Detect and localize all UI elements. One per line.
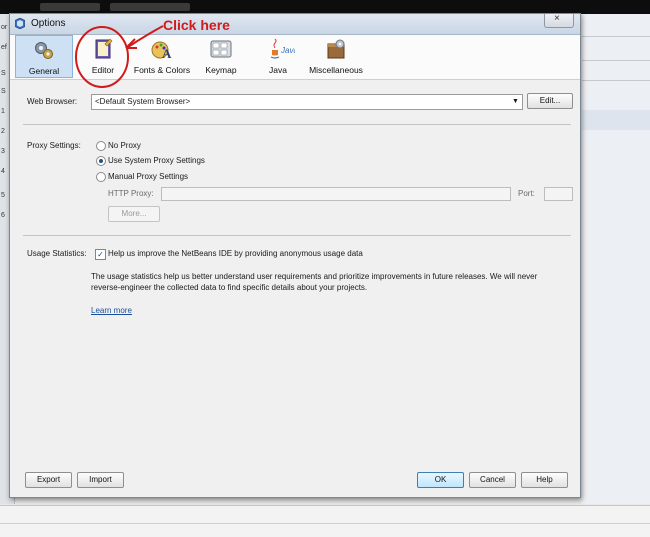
annotation-text: Click here: [163, 17, 230, 33]
arrowhead-icon: [125, 38, 137, 49]
annotation-arrow: [127, 25, 164, 48]
highlight-circle: [75, 26, 129, 88]
annotation-overlay: [75, 25, 164, 88]
